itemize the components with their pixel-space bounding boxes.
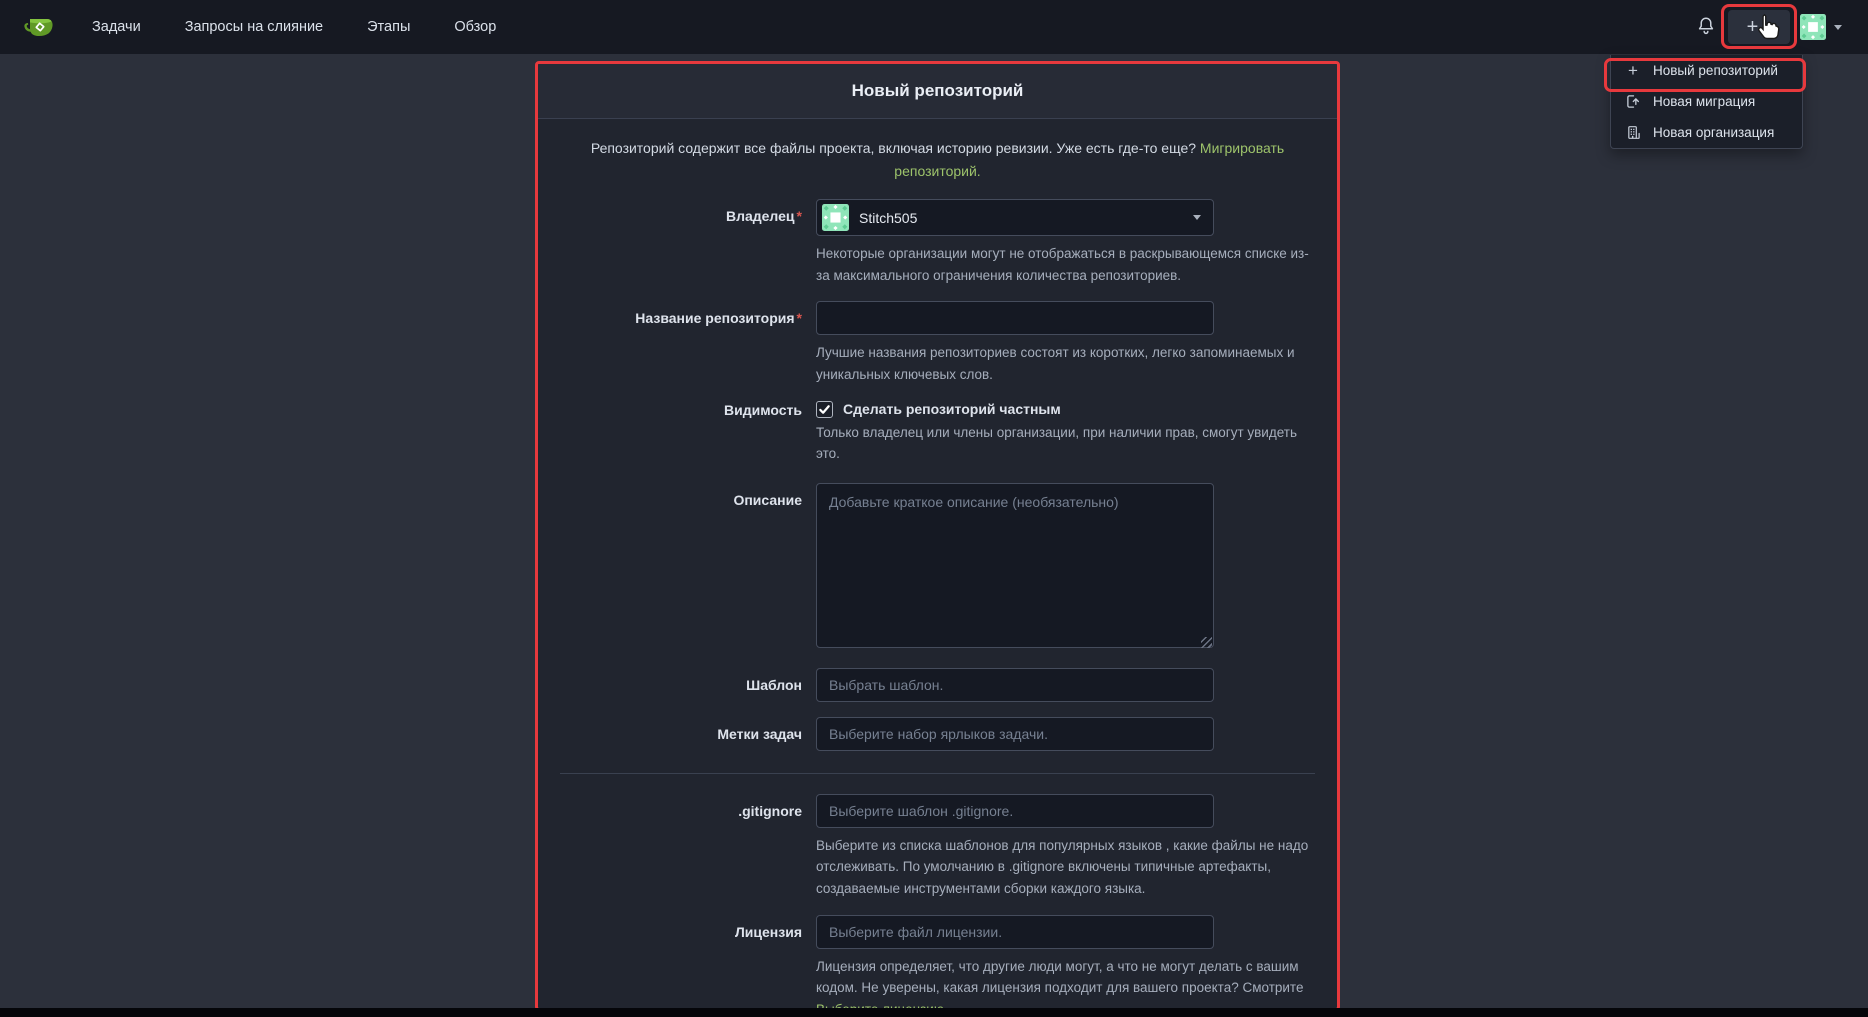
template-row: Шаблон [558, 668, 1317, 702]
issue-labels-row: Метки задач [558, 717, 1317, 751]
private-checkbox[interactable] [816, 401, 833, 418]
description-row: Описание [558, 483, 1317, 653]
visibility-help-text: Только владелец или члены организации, п… [816, 422, 1317, 465]
plus-icon: + [1625, 63, 1641, 79]
chevron-down-icon [1763, 25, 1771, 30]
template-input[interactable] [816, 668, 1214, 702]
gitignore-row: .gitignore Выберите из списка шаблонов д… [558, 794, 1317, 900]
user-avatar[interactable] [1800, 14, 1826, 40]
top-navbar: Задачи Запросы на слияние Этапы Обзор + [0, 0, 1868, 54]
plus-icon: + [1747, 17, 1759, 37]
menu-item-label: Новый репозиторий [1653, 63, 1778, 78]
window-bottom-edge [0, 1008, 1868, 1017]
owner-label: Владелец* [558, 199, 802, 286]
issue-labels-label: Метки задач [558, 717, 802, 751]
form-intro-text: Репозиторий содержит все файлы проекта, … [585, 137, 1290, 183]
migrate-icon [1625, 94, 1641, 110]
chevron-down-icon [1193, 215, 1201, 220]
textarea-resize-handle[interactable] [1201, 637, 1212, 648]
menu-item-new-migration[interactable]: Новая миграция [1611, 86, 1802, 117]
template-label: Шаблон [558, 668, 802, 702]
owner-help-text: Некоторые организации могут не отображат… [816, 243, 1317, 286]
owner-selected-value: Stitch505 [859, 210, 917, 226]
menu-item-new-organization[interactable]: Новая организация [1611, 117, 1802, 148]
visibility-label: Видимость [558, 401, 802, 465]
license-input[interactable] [816, 915, 1214, 949]
description-textarea[interactable] [816, 483, 1214, 648]
repo-name-row: Название репозитория* Лучшие названия ре… [558, 301, 1317, 385]
avatar-chevron-down-icon[interactable] [1834, 25, 1842, 30]
create-new-button[interactable]: + [1728, 10, 1790, 44]
repo-name-help-text: Лучшие названия репозиториев состоят из … [816, 342, 1317, 385]
gitignore-input[interactable] [816, 794, 1214, 828]
create-new-dropdown-menu: + Новый репозиторий Новая миграция [1610, 55, 1803, 149]
page-title: Новый репозиторий [852, 81, 1024, 101]
license-row: Лицензия Лицензия определяет, что другие… [558, 915, 1317, 1011]
gitignore-label: .gitignore [558, 794, 802, 900]
navbar-links: Задачи Запросы на слияние Этапы Обзор [92, 19, 496, 35]
owner-identicon-avatar [822, 204, 849, 231]
gitea-logo-icon[interactable] [24, 11, 56, 43]
menu-item-label: Новая миграция [1653, 94, 1755, 109]
section-divider [560, 773, 1315, 774]
issue-labels-input[interactable] [816, 717, 1214, 751]
gitignore-help-text: Выберите из списка шаблонов для популярн… [816, 835, 1317, 900]
license-label: Лицензия [558, 915, 802, 1011]
nav-item-milestones[interactable]: Этапы [367, 19, 410, 35]
visibility-row: Видимость Сделать репозиторий частным То… [558, 401, 1317, 465]
nav-item-issues[interactable]: Задачи [92, 19, 141, 35]
menu-item-new-repository[interactable]: + Новый репозиторий [1611, 55, 1802, 86]
owner-row: Владелец* [558, 199, 1317, 286]
new-repository-form-panel: Новый репозиторий Репозиторий содержит в… [535, 61, 1340, 1011]
organization-icon [1625, 125, 1641, 141]
license-help-text: Лицензия определяет, что другие люди мог… [816, 956, 1317, 1011]
form-header: Новый репозиторий [538, 64, 1337, 119]
form-body: Репозиторий содержит все файлы проекта, … [538, 119, 1337, 1011]
menu-item-label: Новая организация [1653, 125, 1774, 140]
notifications-bell-icon[interactable] [1695, 15, 1717, 39]
nav-item-explore[interactable]: Обзор [454, 19, 496, 35]
nav-item-pull-requests[interactable]: Запросы на слияние [185, 19, 323, 35]
required-asterisk: * [797, 310, 802, 326]
repo-name-label: Название репозитория* [558, 301, 802, 385]
private-checkbox-label[interactable]: Сделать репозиторий частным [843, 401, 1061, 417]
description-label: Описание [558, 483, 802, 653]
owner-select-dropdown[interactable]: Stitch505 [816, 199, 1214, 236]
repo-name-input[interactable] [816, 301, 1214, 335]
required-asterisk: * [797, 208, 802, 224]
